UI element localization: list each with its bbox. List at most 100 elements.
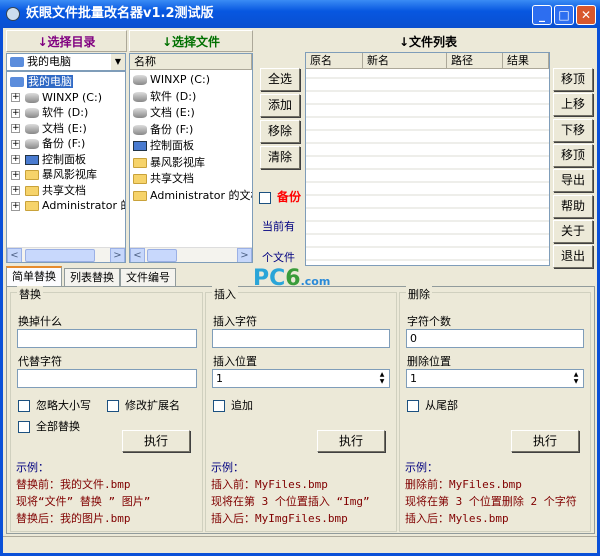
name-column-header[interactable]: 名称 xyxy=(130,54,252,70)
control-panel-icon xyxy=(25,154,39,165)
right-button[interactable]: 退出 xyxy=(553,245,593,269)
file-item[interactable]: 暴风影视库 xyxy=(133,155,205,171)
replace-with-input[interactable] xyxy=(17,369,197,388)
control-panel-icon xyxy=(133,141,147,151)
insert-chars-input[interactable] xyxy=(212,329,390,348)
right-button[interactable]: 导出 xyxy=(553,169,593,193)
tab[interactable]: 列表替换 xyxy=(64,268,120,287)
right-button[interactable]: 上移 xyxy=(553,93,593,117)
replace-execute-button[interactable]: 执行 xyxy=(122,430,190,452)
drive-combobox[interactable]: 我的电脑 ▼ xyxy=(6,53,126,71)
group-title: 替换 xyxy=(17,286,43,302)
find-input[interactable] xyxy=(17,329,197,348)
tree-item[interactable]: + 备份 (F:) xyxy=(11,136,85,152)
expand-icon[interactable]: + xyxy=(11,186,20,195)
insert-position-spinner[interactable]: 1 ▲ ▼ xyxy=(212,369,390,388)
tab[interactable]: 文件编号 xyxy=(120,268,176,287)
file-browser[interactable]: 名称 < > WINXP (C:) 软件 (D:) 文档 (E:) 备份 (F:) 控制面… xyxy=(129,53,253,263)
group-title: 删除 xyxy=(406,286,432,302)
tree-item[interactable]: + 暴风影视库 xyxy=(11,167,97,183)
replace-with-label: 代替字符 xyxy=(18,355,62,368)
file-hscrollbar[interactable]: < > xyxy=(130,247,252,262)
file-list-header: ↓文件列表 xyxy=(398,35,458,49)
column-header[interactable]: 结果 xyxy=(503,53,549,69)
file-item-label: 文档 (E:) xyxy=(150,106,195,119)
file-item[interactable]: 备份 (F:) xyxy=(133,122,193,138)
column-header[interactable]: 原名 xyxy=(306,53,363,69)
app-icon xyxy=(6,7,20,21)
right-button[interactable]: 移顶 xyxy=(553,68,593,91)
close-button[interactable]: ✕ xyxy=(576,5,596,25)
modify-extension-checkbox[interactable]: 修改扩展名 xyxy=(107,397,180,413)
tree-item-label: WINXP (C:) xyxy=(42,90,102,104)
minimize-button[interactable]: _ xyxy=(532,5,552,25)
expand-icon[interactable]: + xyxy=(11,170,20,180)
file-item[interactable]: 软件 (D:) xyxy=(133,89,196,105)
tree-item[interactable]: + 控制面板 xyxy=(11,152,86,168)
tree-item[interactable]: + 软件 (D:) xyxy=(11,105,88,121)
column-header[interactable]: 路径 xyxy=(447,53,503,69)
file-list-table[interactable]: 原名 新名 路径 结果 xyxy=(305,52,550,266)
maximize-button[interactable]: □ xyxy=(554,5,574,25)
file-item-label: 暴风影视库 xyxy=(150,155,205,169)
tree-item-label: 我的电脑 xyxy=(27,75,73,88)
delete-execute-button[interactable]: 执行 xyxy=(511,430,579,452)
file-item[interactable]: 文档 (E:) xyxy=(133,105,195,121)
from-end-checkbox[interactable]: 从尾部 xyxy=(407,397,458,413)
file-item-label: 软件 (D:) xyxy=(150,89,197,103)
expand-icon[interactable]: + xyxy=(11,201,20,211)
right-button[interactable]: 移顶 xyxy=(553,143,593,167)
directory-tree[interactable]: < > 我的电脑 + WINXP (C:) + 软件 (D:) + 文档 (E:) + 备份 (F… xyxy=(6,71,126,263)
expand-icon[interactable]: + xyxy=(11,93,20,102)
tree-item[interactable]: + Administrator 的文 xyxy=(11,198,125,214)
tree-hscrollbar[interactable]: < > xyxy=(7,247,125,262)
drive-icon xyxy=(133,108,147,118)
checkbox-icon[interactable] xyxy=(259,191,271,204)
right-button[interactable]: 帮助 xyxy=(553,194,593,218)
right-button[interactable]: 关于 xyxy=(553,219,593,243)
delete-group: 删除 字符个数 0 删除位置 1 ▲ ▼ 从尾部 执行 示例： 删除前：MyFile… xyxy=(399,286,591,532)
chevron-down-icon[interactable]: ▼ xyxy=(111,54,125,70)
expand-icon[interactable]: + xyxy=(11,108,20,118)
column-header[interactable]: 新名 xyxy=(363,53,447,69)
file-item[interactable]: 控制面板 xyxy=(133,138,194,154)
drive-icon xyxy=(25,123,39,134)
tree-item[interactable]: + 文档 (E:) xyxy=(11,121,87,137)
title-bar: 妖眼文件批量改名器v1.2测试版 _ □ ✕ xyxy=(0,0,600,28)
file-item[interactable]: WINXP (C:) xyxy=(133,72,210,88)
select-directory-header: ↓选择目录 xyxy=(6,30,127,52)
char-count-input[interactable]: 0 xyxy=(406,329,584,348)
folder-icon xyxy=(133,174,147,184)
folder-icon xyxy=(25,170,39,180)
group-title: 插入 xyxy=(212,286,238,302)
right-button[interactable]: 下移 xyxy=(553,118,593,142)
main-window: 妖眼文件批量改名器v1.2测试版 _ □ ✕ ↓选择目录 我的电脑 ▼ < > 我的… xyxy=(0,0,600,556)
tree-item-label: 控制面板 xyxy=(42,152,86,166)
find-label: 换掉什么 xyxy=(18,315,62,328)
mid-button[interactable]: 清除 xyxy=(260,146,300,169)
mid-button[interactable]: 添加 xyxy=(260,94,300,117)
expand-icon[interactable]: + xyxy=(11,139,20,149)
tree-item[interactable]: + 共享文档 xyxy=(11,183,86,199)
tree-item-label: 软件 (D:) xyxy=(42,106,89,119)
ignore-case-checkbox[interactable]: 忽略大小写 xyxy=(18,397,91,413)
mid-button[interactable]: 移除 xyxy=(260,120,300,143)
delete-position-spinner[interactable]: 1 ▲ ▼ xyxy=(406,369,584,388)
replace-all-checkbox[interactable]: 全部替换 xyxy=(18,418,80,434)
mid-button[interactable]: 全选 xyxy=(260,68,300,91)
expand-icon[interactable]: + xyxy=(11,124,20,133)
expand-icon[interactable]: + xyxy=(11,155,20,164)
insert-position-label: 插入位置 xyxy=(213,355,257,368)
tree-item-label: 备份 (F:) xyxy=(42,137,86,150)
backup-checkbox[interactable]: 备份 xyxy=(259,188,301,205)
char-count-label: 字符个数 xyxy=(407,315,451,328)
file-item-label: 控制面板 xyxy=(150,139,194,152)
file-item[interactable]: Administrator 的文档 xyxy=(133,188,252,204)
tab[interactable]: 简单替换 xyxy=(6,266,62,287)
file-item[interactable]: 共享文档 xyxy=(133,171,194,187)
tree-item[interactable]: + WINXP (C:) xyxy=(11,90,102,106)
append-checkbox[interactable]: 追加 xyxy=(213,397,253,413)
insert-execute-button[interactable]: 执行 xyxy=(317,430,385,452)
tree-item[interactable]: 我的电脑 xyxy=(10,74,73,90)
insert-chars-label: 插入字符 xyxy=(213,315,257,328)
